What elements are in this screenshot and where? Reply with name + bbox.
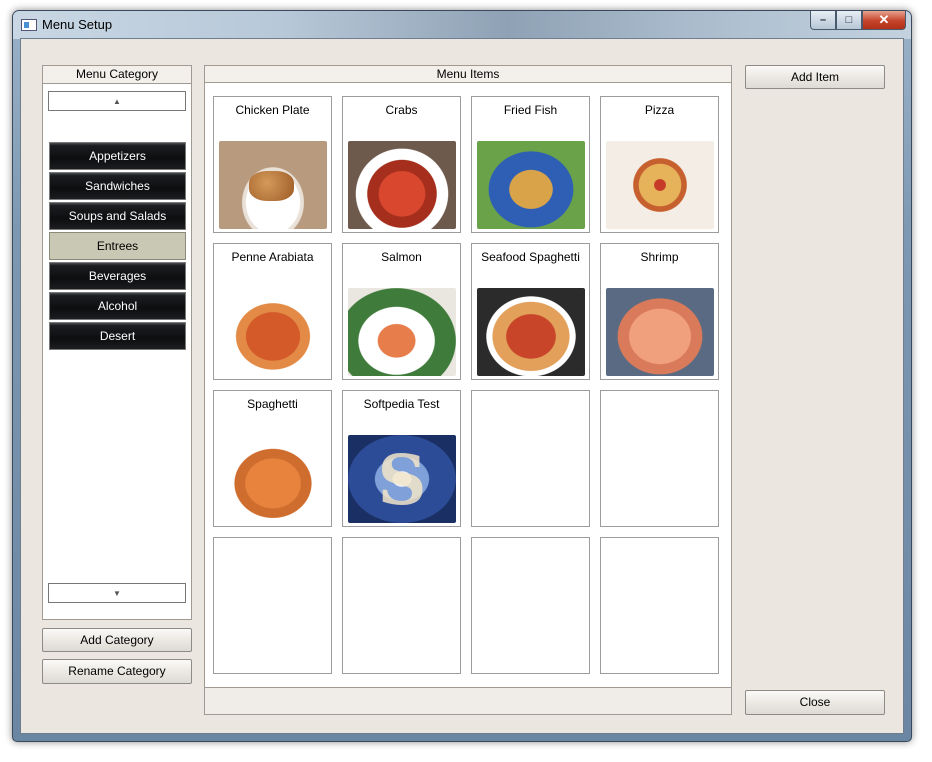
category-panel-header: Menu Category	[43, 66, 191, 84]
window-controls: – □ ✕	[810, 11, 906, 31]
category-item-sandwiches[interactable]: Sandwiches	[49, 172, 186, 200]
menu-item-tile[interactable]: Seafood Spaghetti	[471, 243, 590, 380]
rename-category-button[interactable]: Rename Category	[42, 659, 192, 684]
menu-item-label: Penne Arabiata	[231, 250, 314, 264]
title-bar[interactable]: Menu Setup – □ ✕	[13, 11, 911, 39]
crabs-photo	[348, 141, 456, 229]
menu-item-tile[interactable]: Chicken Plate	[213, 96, 332, 233]
minimize-button[interactable]: –	[810, 11, 836, 30]
empty-item-slot[interactable]	[213, 537, 332, 674]
category-item-desert[interactable]: Desert	[49, 322, 186, 350]
menu-items-panel-header: Menu Items	[205, 66, 731, 83]
add-category-button[interactable]: Add Category	[42, 628, 192, 652]
category-item-entrees[interactable]: Entrees	[49, 232, 186, 260]
shrimp-photo	[606, 288, 714, 376]
category-scroll-up-button[interactable]: ▲	[48, 91, 186, 111]
seafood-spaghetti-photo	[477, 288, 585, 376]
category-item-alcohol[interactable]: Alcohol	[49, 292, 186, 320]
softpedia-logo-image	[348, 435, 456, 523]
menu-item-tile[interactable]: Penne Arabiata	[213, 243, 332, 380]
menu-item-label: Fried Fish	[503, 103, 558, 117]
category-list: Appetizers Sandwiches Soups and Salads E…	[49, 142, 186, 352]
spaghetti-photo	[219, 435, 327, 523]
close-button[interactable]: Close	[745, 690, 885, 715]
category-panel: Menu Category ▲ Appetizers Sandwiches So…	[42, 65, 192, 620]
menu-items-footer	[205, 687, 731, 714]
salmon-photo	[348, 288, 456, 376]
window-title: Menu Setup	[42, 17, 113, 32]
empty-item-slot[interactable]	[600, 537, 719, 674]
chevron-up-icon: ▲	[113, 96, 121, 106]
menu-item-label: Seafood Spaghetti	[481, 250, 580, 264]
close-window-button[interactable]: ✕	[862, 11, 906, 30]
empty-item-slot[interactable]	[600, 390, 719, 527]
category-scroll-down-button[interactable]: ▼	[48, 583, 186, 603]
menu-item-tile[interactable]: Softpedia Test	[342, 390, 461, 527]
menu-item-label: Salmon	[381, 250, 422, 264]
fried-fish-photo	[477, 141, 585, 229]
menu-setup-window: Menu Setup – □ ✕ Menu Category ▲ Appetiz…	[12, 10, 912, 742]
category-item-appetizers[interactable]: Appetizers	[49, 142, 186, 170]
menu-item-label: Crabs	[385, 103, 418, 117]
chevron-down-icon: ▼	[113, 588, 121, 598]
menu-item-tile[interactable]: Fried Fish	[471, 96, 590, 233]
menu-item-tile[interactable]: Crabs	[342, 96, 461, 233]
menu-item-label: Chicken Plate	[235, 103, 310, 117]
category-item-soups-and-salads[interactable]: Soups and Salads	[49, 202, 186, 230]
maximize-button[interactable]: □	[836, 11, 862, 30]
window-client-area: Menu Category ▲ Appetizers Sandwiches So…	[20, 38, 904, 734]
empty-item-slot[interactable]	[471, 537, 590, 674]
menu-item-label: Softpedia Test	[363, 397, 440, 411]
pizza-photo	[606, 141, 714, 229]
chicken-plate-photo	[219, 141, 327, 229]
empty-item-slot[interactable]	[471, 390, 590, 527]
menu-item-label: Spaghetti	[247, 397, 298, 411]
menu-items-panel: Menu Items Chicken Plate Crabs Fried Fis…	[204, 65, 732, 715]
menu-item-tile[interactable]: Shrimp	[600, 243, 719, 380]
menu-item-label: Shrimp	[640, 250, 679, 264]
empty-item-slot[interactable]	[342, 537, 461, 674]
app-icon	[21, 19, 37, 31]
menu-item-tile[interactable]: Spaghetti	[213, 390, 332, 527]
add-item-button[interactable]: Add Item	[745, 65, 885, 89]
menu-item-label: Pizza	[644, 103, 675, 117]
category-item-beverages[interactable]: Beverages	[49, 262, 186, 290]
menu-item-tile[interactable]: Pizza	[600, 96, 719, 233]
penne-photo	[219, 288, 327, 376]
menu-item-tile[interactable]: Salmon	[342, 243, 461, 380]
